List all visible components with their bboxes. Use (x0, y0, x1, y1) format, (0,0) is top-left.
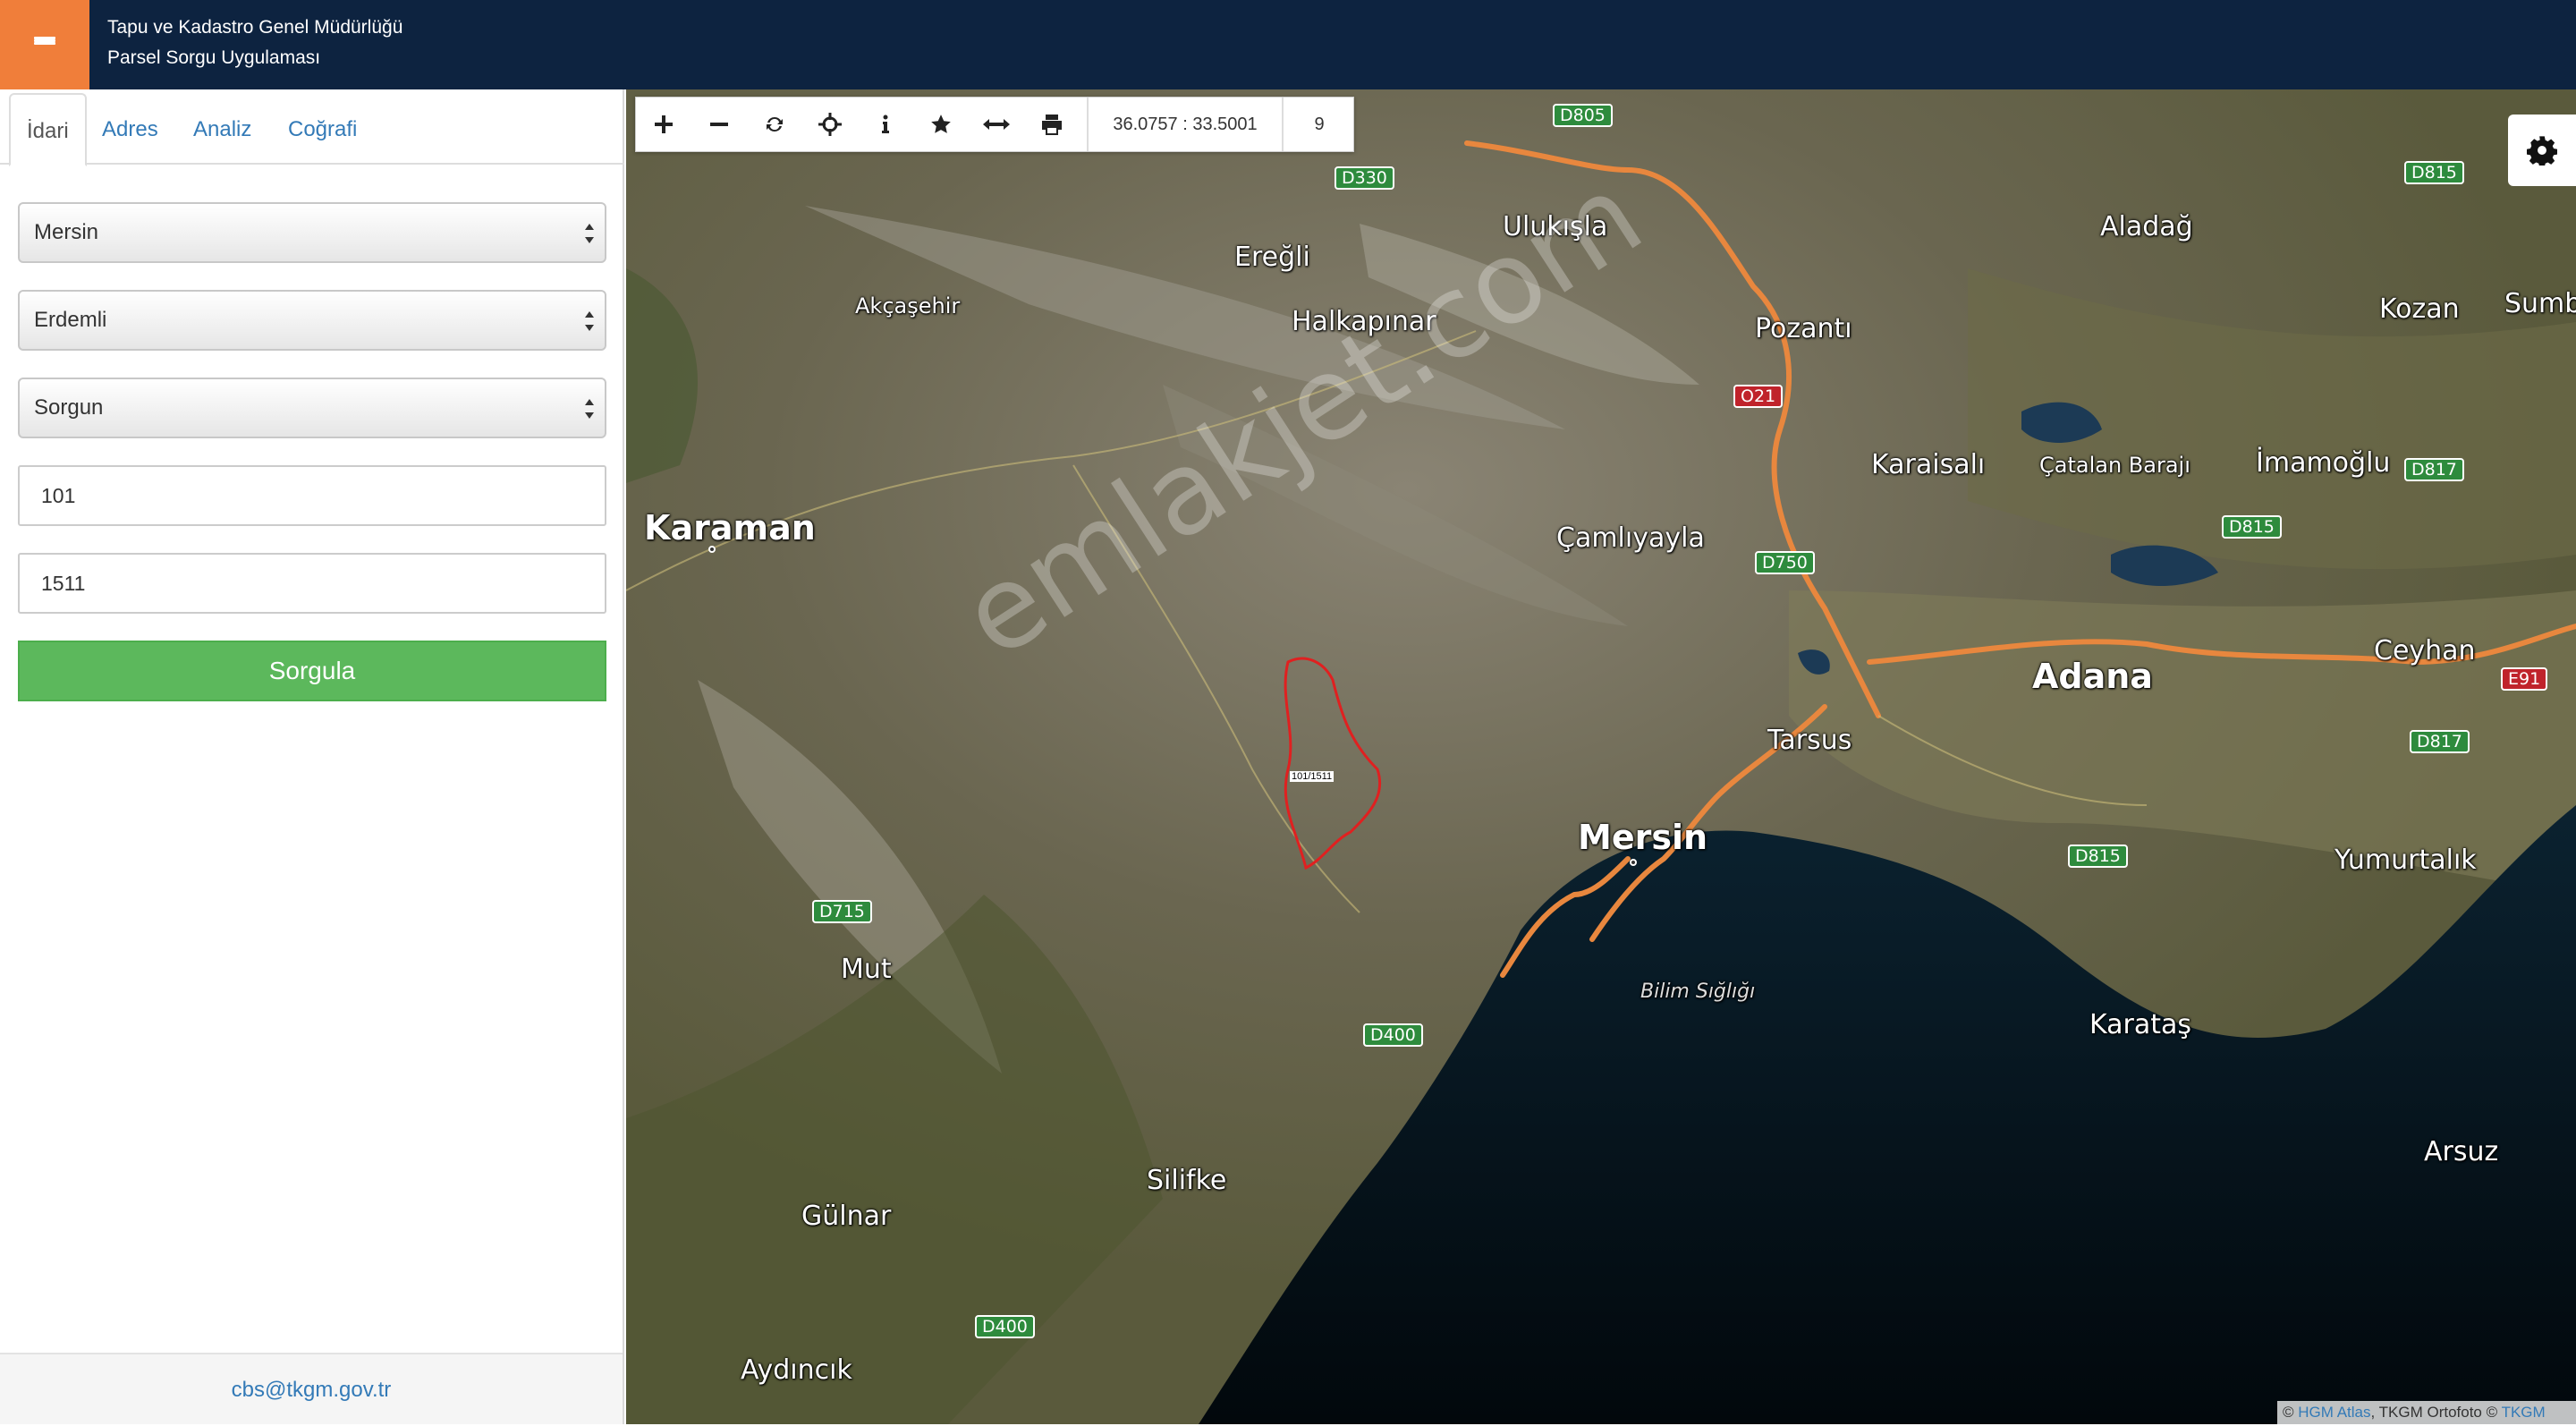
print-icon (1042, 115, 1062, 135)
tab-adres[interactable]: Adres (86, 93, 174, 166)
place-mut: Mut (841, 954, 892, 985)
map-toolbar: 36.0757 : 33.5001 9 (635, 97, 1354, 152)
road-shield: D815 (2404, 161, 2464, 184)
zoom-in-button[interactable] (636, 98, 691, 151)
menu-button[interactable] (0, 0, 89, 89)
tkgm-link[interactable]: TKGM (2502, 1404, 2546, 1421)
contact-email-link[interactable]: cbs@tkgm.gov.tr (0, 1353, 623, 1424)
province-value: Mersin (34, 220, 99, 244)
district-select[interactable]: Erdemli (18, 290, 606, 351)
info-button[interactable] (858, 98, 913, 151)
place-karaman: Karaman (644, 508, 816, 547)
select-arrows-icon (585, 224, 594, 243)
place-eregli: Ereğli (1234, 242, 1310, 273)
info-icon (882, 115, 889, 133)
road-shield: D750 (1755, 551, 1815, 574)
tab-cografi[interactable]: Coğrafi (272, 93, 373, 166)
place-aladag: Aladağ (2100, 211, 2193, 242)
road-shield: D817 (2410, 730, 2470, 753)
place-bilim-sigligi: Bilim Sığlığı (1640, 980, 1756, 1003)
tab-bar: İdari Adres Analiz Coğrafi (0, 89, 624, 166)
refresh-button[interactable] (747, 98, 802, 151)
road-shield: O21 (1733, 385, 1784, 408)
neighborhood-select[interactable]: Sorgun (18, 378, 606, 438)
parcel-input[interactable]: 1511 (18, 553, 606, 614)
road-shield: D815 (2222, 515, 2282, 539)
attribution-middle: , TKGM Ortofoto © (2370, 1404, 2502, 1421)
road-shield: E91 (2501, 667, 2548, 691)
sidebar: İdari Adres Analiz Coğrafi Mersin Erdeml… (0, 89, 624, 1424)
hamburger-icon (34, 37, 55, 53)
place-imamoglu: İmamoğlu (2256, 447, 2391, 479)
measure-button[interactable] (969, 98, 1024, 151)
road-shield: D805 (1553, 104, 1613, 127)
zoom-level: 9 (1314, 115, 1325, 134)
place-silifke: Silifke (1147, 1165, 1227, 1196)
block-input[interactable]: 101 (18, 465, 606, 526)
road-shield: D400 (1363, 1023, 1423, 1047)
road-shield: D400 (975, 1315, 1035, 1338)
place-mersin: Mersin (1578, 818, 1708, 857)
place-adana: Adana (2032, 657, 2153, 696)
title-line-1: Tapu ve Kadastro Genel Müdürlüğü (107, 17, 403, 38)
title-line-2: Parsel Sorgu Uygulaması (107, 47, 321, 68)
place-kozan: Kozan (2379, 293, 2460, 325)
map-attribution: © HGM Atlas, TKGM Ortofoto © TKGM (2277, 1401, 2576, 1424)
crosshair-icon (818, 113, 842, 136)
measure-icon (983, 119, 1010, 130)
tab-analiz[interactable]: Analiz (177, 93, 267, 166)
plus-icon (655, 115, 673, 133)
star-icon (931, 115, 951, 133)
place-dot (708, 546, 716, 553)
place-catalan-baraji: Çatalan Barajı (2039, 453, 2190, 478)
place-dot (1630, 859, 1637, 866)
print-button[interactable] (1024, 98, 1080, 151)
attribution-prefix: © (2283, 1404, 2299, 1421)
locate-button[interactable] (802, 98, 858, 151)
minus-icon (710, 123, 728, 126)
place-sumba: Sumba (2504, 288, 2576, 319)
place-camliyayla: Çamlıyayla (1556, 522, 1705, 554)
query-button[interactable]: Sorgula (18, 641, 606, 701)
place-pozanti: Pozantı (1755, 313, 1852, 344)
hgm-atlas-link[interactable]: HGM Atlas (2298, 1404, 2370, 1421)
favorite-button[interactable] (913, 98, 969, 151)
parcel-label: 101/1511 (1290, 771, 1335, 782)
road-shield: D817 (2404, 458, 2464, 481)
place-ceyhan: Ceyhan (2374, 635, 2476, 666)
zoom-out-button[interactable] (691, 98, 747, 151)
tab-idari[interactable]: İdari (9, 93, 87, 166)
app-title: Tapu ve Kadastro Genel Müdürlüğü Parsel … (107, 13, 402, 73)
settings-button[interactable] (2508, 115, 2576, 186)
road-shield: D715 (812, 900, 872, 923)
province-select[interactable]: Mersin (18, 202, 606, 263)
district-value: Erdemli (34, 308, 107, 332)
road-shield: D815 (2068, 845, 2128, 868)
select-arrows-icon (585, 399, 594, 419)
road-shield: D330 (1335, 166, 1394, 190)
place-karatas: Karataş (2089, 1009, 2192, 1040)
coordinate-readout: 36.0757 : 33.5001 (1087, 98, 1284, 151)
place-aydincik: Aydıncık (741, 1354, 852, 1386)
place-yumurtalik: Yumurtalık (2334, 845, 2477, 876)
select-arrows-icon (585, 311, 594, 331)
neighborhood-value: Sorgun (34, 395, 104, 420)
place-tarsus: Tarsus (1767, 725, 1852, 756)
app-header: Tapu ve Kadastro Genel Müdürlüğü Parsel … (0, 0, 2576, 89)
refresh-icon (767, 116, 783, 132)
place-gulnar: Gülnar (801, 1201, 892, 1232)
gear-icon (2527, 136, 2557, 166)
place-akcasehir: Akçaşehir (855, 293, 961, 318)
place-arsuz: Arsuz (2424, 1136, 2499, 1167)
place-karaisali: Karaisalı (1871, 449, 1986, 480)
